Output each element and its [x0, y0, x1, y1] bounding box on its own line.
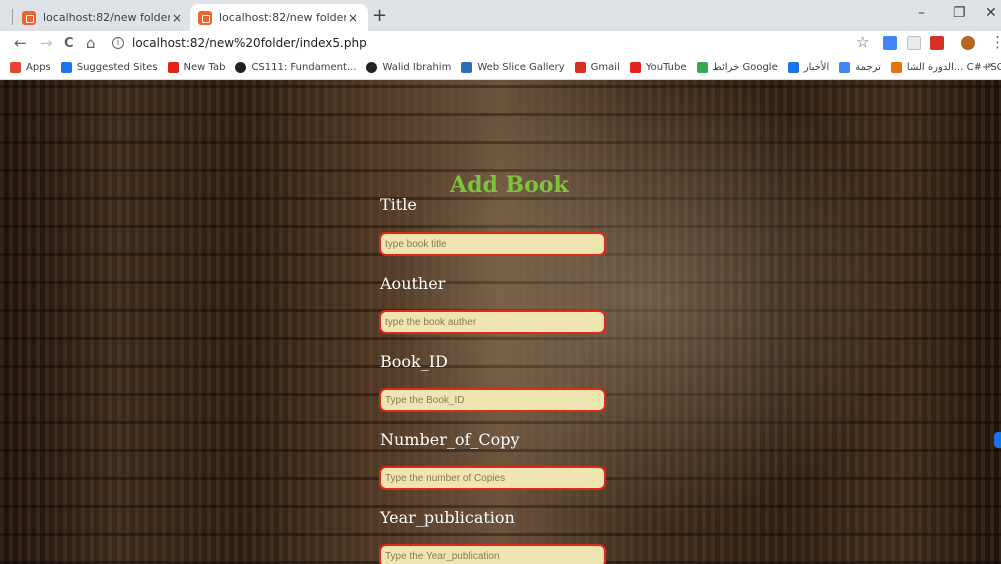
title-input[interactable] — [379, 232, 606, 256]
coursera-icon — [235, 62, 247, 73]
close-window-button[interactable]: ✕ — [985, 5, 997, 21]
bookmark-suggested-sites[interactable]: Suggested Sites — [60, 62, 158, 73]
number-of-copy-input[interactable] — [379, 466, 606, 490]
info-icon[interactable]: i — [112, 37, 124, 49]
apps-grid-icon — [10, 62, 21, 73]
youtube-icon — [167, 62, 179, 73]
bookmark-gmail[interactable]: Gmail — [574, 62, 620, 73]
back-button[interactable]: ← — [14, 34, 27, 52]
bookmark-course[interactable]: الدورة الشا... C#+SQL — [890, 62, 1001, 73]
bookmark-news[interactable]: الأخبار — [787, 62, 829, 73]
tab-strip: localhost:82/new folder/ajax.txt × local… — [0, 0, 1001, 31]
bookmarks-bar: Apps Suggested Sites New Tab CS111: Fund… — [0, 56, 1001, 80]
tab-close-icon[interactable]: × — [346, 11, 360, 25]
side-panel-icon[interactable] — [994, 432, 1001, 448]
site-favicon-icon — [198, 10, 212, 25]
home-button[interactable]: ⌂ — [86, 34, 96, 52]
author-input[interactable] — [379, 310, 606, 334]
site-favicon-icon — [22, 10, 36, 25]
profile-avatar-icon[interactable] — [961, 36, 975, 50]
bookmark-new-tab[interactable]: New Tab — [167, 62, 225, 73]
web-slice-icon — [461, 62, 473, 73]
translate-extension-icon[interactable] — [883, 36, 897, 50]
bookmark-youtube[interactable]: YouTube — [629, 62, 687, 73]
gmail-icon — [574, 62, 586, 73]
tab-separator — [12, 9, 13, 25]
book-id-label: Book_ID — [380, 352, 448, 371]
tab-index5[interactable]: localhost:82/new folder/index5.p × — [190, 4, 368, 31]
shield-extension-icon[interactable] — [930, 36, 944, 50]
url-text[interactable]: localhost:82/new%20folder/index5.php — [132, 36, 367, 50]
menu-icon[interactable]: ⋮ — [990, 33, 1001, 51]
bookmark-translate[interactable]: ترجمة — [839, 62, 881, 73]
bookmark-walid-ibrahim[interactable]: Walid Ibrahim — [366, 62, 451, 73]
bookmark-apps[interactable]: Apps — [10, 62, 51, 73]
translate-icon — [839, 62, 851, 73]
tab-title: localhost:82/new folder/ajax.txt — [43, 11, 170, 24]
bookmarks-more-button[interactable]: » — [987, 60, 993, 71]
maps-icon — [696, 62, 708, 73]
reload-button[interactable]: C — [64, 36, 74, 51]
tab-close-icon[interactable]: × — [170, 11, 184, 25]
address-bar[interactable]: i localhost:82/new%20folder/index5.php — [112, 34, 367, 52]
minimize-button[interactable]: – — [918, 5, 925, 21]
bookmark-google-maps[interactable]: خرائط Google — [696, 62, 778, 73]
page-title: Add Book — [450, 172, 569, 198]
bookmark-cs111[interactable]: CS111: Fundament... — [235, 62, 356, 73]
tab-title: localhost:82/new folder/index5.p — [219, 11, 346, 24]
browser-toolbar: ← → C ⌂ i localhost:82/new%20folder/inde… — [0, 31, 1001, 56]
youtube-icon — [629, 62, 641, 73]
author-label: Aouther — [380, 274, 446, 293]
news-icon — [787, 62, 799, 73]
new-tab-button[interactable]: + — [372, 5, 387, 26]
book-id-input[interactable] — [379, 388, 606, 412]
course-icon — [890, 62, 902, 73]
title-label: Title — [380, 195, 417, 214]
tab-ajax[interactable]: localhost:82/new folder/ajax.txt × — [14, 4, 192, 31]
coursera-icon — [366, 62, 378, 73]
forward-button[interactable]: → — [40, 34, 53, 52]
restore-button[interactable]: ❐ — [953, 5, 966, 21]
number-of-copy-label: Number_of_Copy — [380, 430, 520, 449]
bookmark-star-icon[interactable]: ☆ — [856, 33, 869, 51]
year-publication-input[interactable] — [379, 544, 606, 564]
bing-icon — [60, 62, 72, 73]
library-background: Add Book Title Aouther Book_ID Number_of… — [0, 80, 1001, 564]
reader-extension-icon[interactable] — [907, 36, 921, 50]
year-publication-label: Year_publication — [380, 508, 515, 527]
bookmark-web-slice-gallery[interactable]: Web Slice Gallery — [461, 62, 565, 73]
